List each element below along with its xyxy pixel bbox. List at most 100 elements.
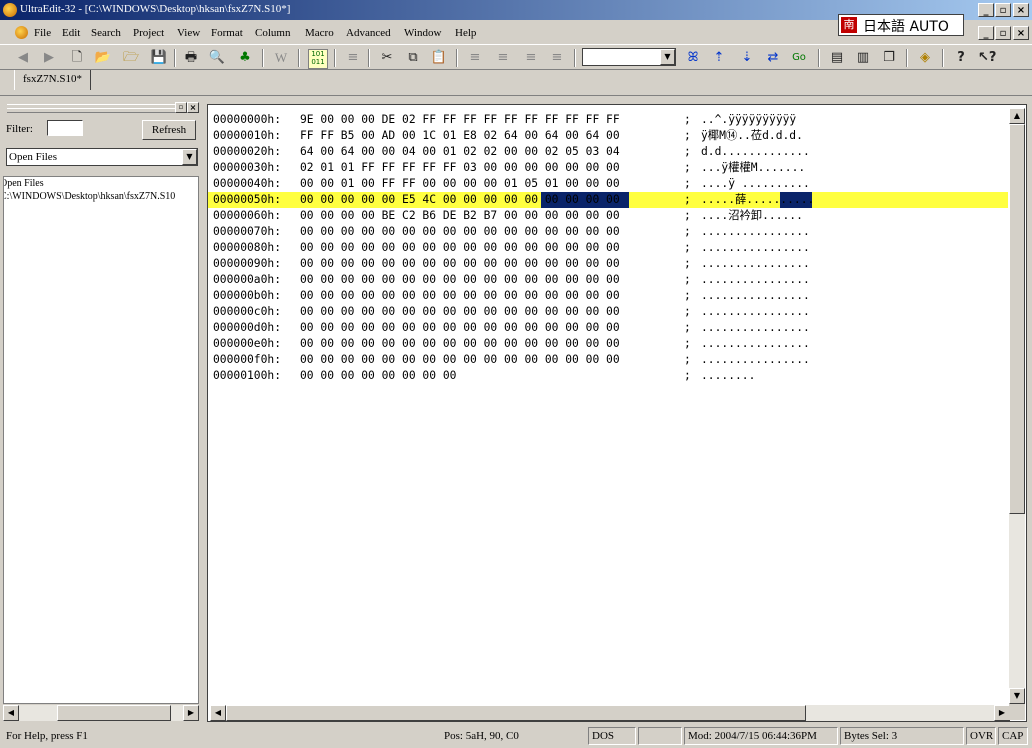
ascii-separator: ; [684,177,691,190]
spell-check-icon[interactable]: ♣ [236,49,254,67]
cut-icon[interactable]: ✂ [378,49,396,67]
find-icon[interactable]: ꕤ [684,49,702,67]
hex-row[interactable]: 000000e0h: 00 00 00 00 00 00 00 00 00 00 … [208,336,1008,352]
open-folder-icon[interactable]: 🗁 [122,49,140,67]
paste-icon[interactable]: 📋 [430,49,448,67]
pane-close-button[interactable]: × [187,102,199,113]
menu-column[interactable]: Column [255,27,290,39]
toolbar-combo[interactable]: ▼ [582,48,676,66]
hex-row[interactable]: 00000010h: FF FF B5 00 AD 00 1C 01 E8 02 … [208,128,1008,144]
cascade-icon[interactable]: ❐ [880,49,898,67]
copy-icon[interactable]: ⧉ [404,49,422,67]
list-item[interactable]: C:\WINDOWS\Desktop\hksan\fsxZ7N.S10 [4,190,198,203]
menu-advanced[interactable]: Advanced [346,27,391,39]
find-next-icon[interactable]: ⇣ [738,49,756,67]
child-minimize-button[interactable]: _ [978,26,994,40]
scroll-down-icon[interactable]: ▼ [1009,688,1025,704]
hex-row[interactable]: 00000040h: 00 00 01 00 FF FF 00 00 00 00 … [208,176,1008,192]
scroll-right-icon[interactable]: ▶ [183,705,199,721]
minimize-button[interactable]: _ [978,3,994,17]
child-close-button[interactable]: × [1013,26,1029,40]
tab-file[interactable]: fsxZ7N.S10* [14,70,91,90]
save-icon[interactable]: 💾 [150,49,168,67]
scroll-thumb[interactable] [57,705,171,721]
menu-format[interactable]: Format [211,27,243,39]
scroll-left-icon[interactable]: ◀ [3,705,19,721]
left-horizontal-scrollbar[interactable]: ◀ ▶ [3,705,199,721]
scroll-thumb[interactable] [1009,124,1025,514]
hex-bytes: 00 00 00 00 00 00 00 00 00 00 00 00 00 0… [300,241,620,254]
open-files-list: Open Files C:\WINDOWS\Desktop\hksan\fsxZ… [3,176,199,704]
align-icon[interactable]: ≡ [344,49,362,67]
justify-icon[interactable]: ≡ [548,49,566,67]
chevron-down-icon[interactable]: ▼ [182,149,197,165]
new-file-icon[interactable]: 🗋 [68,49,86,67]
hex-row[interactable]: 00000100h: 00 00 00 00 00 00 00 00.......… [208,368,1008,384]
help-icon[interactable]: ? [952,49,970,67]
hex-row[interactable]: 000000a0h: 00 00 00 00 00 00 00 00 00 00 … [208,272,1008,288]
menu-window[interactable]: Window [404,27,441,39]
print-icon[interactable]: 🖶 [182,49,200,67]
hex-row[interactable]: 000000c0h: 00 00 00 00 00 00 00 00 00 00 … [208,304,1008,320]
forward-icon[interactable]: ▶ [40,49,58,67]
ascii-text: ................ [701,289,810,302]
hex-row[interactable]: 000000b0h: 00 00 00 00 00 00 00 00 00 00 … [208,288,1008,304]
ascii-separator: ; [684,241,691,254]
hex-row[interactable]: 00000070h: 00 00 00 00 00 00 00 00 00 00 … [208,224,1008,240]
word-wrap-icon[interactable]: W [272,49,290,67]
app-icon[interactable] [3,3,17,17]
goto-icon[interactable]: Go [790,49,808,67]
tag-icon[interactable]: ◈ [916,49,934,67]
pane-restore-button[interactable]: ▫ [175,102,187,113]
close-button[interactable]: × [1013,3,1029,17]
child-restore-button[interactable]: ▫ [995,26,1011,40]
chevron-down-icon[interactable]: ▼ [660,49,675,65]
address: 000000c0h: [213,305,282,318]
hex-row[interactable]: 00000060h: 00 00 00 00 BE C2 B6 DE B2 B7 … [208,208,1008,224]
hex-mode-icon[interactable]: 101 011 [308,49,328,69]
split-icon[interactable]: ▥ [854,49,872,67]
menu-edit[interactable]: Edit [62,27,80,39]
hex-row[interactable]: 00000090h: 00 00 00 00 00 00 00 00 00 00 … [208,256,1008,272]
menu-macro[interactable]: Macro [305,27,334,39]
hex-row[interactable]: 000000f0h: 00 00 00 00 00 00 00 00 00 00 … [208,352,1008,368]
address: 00000040h: [213,177,282,190]
align-right-icon[interactable]: ≡ [522,49,540,67]
menu-file[interactable]: File [34,27,51,39]
hex-row[interactable]: 00000080h: 00 00 00 00 00 00 00 00 00 00 … [208,240,1008,256]
hex-row[interactable]: 00000030h: 02 01 01 FF FF FF FF FF 03 00 … [208,160,1008,176]
context-help-icon[interactable]: ↖? [978,49,996,67]
hex-row[interactable]: 00000050h: 00 00 00 00 00 E5 4C 00 00 00 … [208,192,1008,208]
scroll-left-icon[interactable]: ◀ [210,705,226,721]
ascii-text: ................ [701,321,810,334]
filter-input[interactable] [47,120,83,136]
open-files-select[interactable]: Open Files ▼ [6,148,198,166]
pane-grip[interactable] [7,108,175,113]
maximize-button[interactable]: ▫ [995,3,1011,17]
scroll-thumb[interactable] [226,705,806,721]
hex-row[interactable]: 00000000h: 9E 00 00 00 DE 02 FF FF FF FF … [208,112,1008,128]
ime-indicator[interactable]: 南 日本語 AUTO [838,14,964,36]
menu-help[interactable]: Help [455,27,476,39]
replace-icon[interactable]: ⇄ [764,49,782,67]
scroll-right-icon[interactable]: ▶ [994,705,1010,721]
open-icon[interactable]: 📂 [94,49,112,67]
find-prev-icon[interactable]: ⇡ [710,49,728,67]
refresh-button[interactable]: Refresh [142,120,196,140]
scroll-up-icon[interactable]: ▲ [1009,108,1025,124]
align-left-icon[interactable]: ≡ [466,49,484,67]
window-icon[interactable]: ▤ [828,49,846,67]
editor-horizontal-scrollbar[interactable]: ◀ ▶ [210,705,1010,721]
hex-editor[interactable]: 00000000h: 9E 00 00 00 DE 02 FF FF FF FF … [207,104,1027,722]
menu-search[interactable]: Search [91,27,121,39]
document-icon[interactable] [15,26,28,39]
hex-row[interactable]: 00000020h: 64 00 64 00 00 04 00 01 02 02 … [208,144,1008,160]
editor-vertical-scrollbar[interactable]: ▲ ▼ [1009,108,1025,704]
menu-project[interactable]: Project [133,27,164,39]
print-preview-icon[interactable]: 🔍 [208,49,226,67]
menu-view[interactable]: View [177,27,200,39]
back-icon[interactable]: ◀ [14,49,32,67]
hex-row[interactable]: 000000d0h: 00 00 00 00 00 00 00 00 00 00 … [208,320,1008,336]
align-center-icon[interactable]: ≡ [494,49,512,67]
status-modified: Mod: 2004/7/15 06:44:36PM [684,727,838,745]
